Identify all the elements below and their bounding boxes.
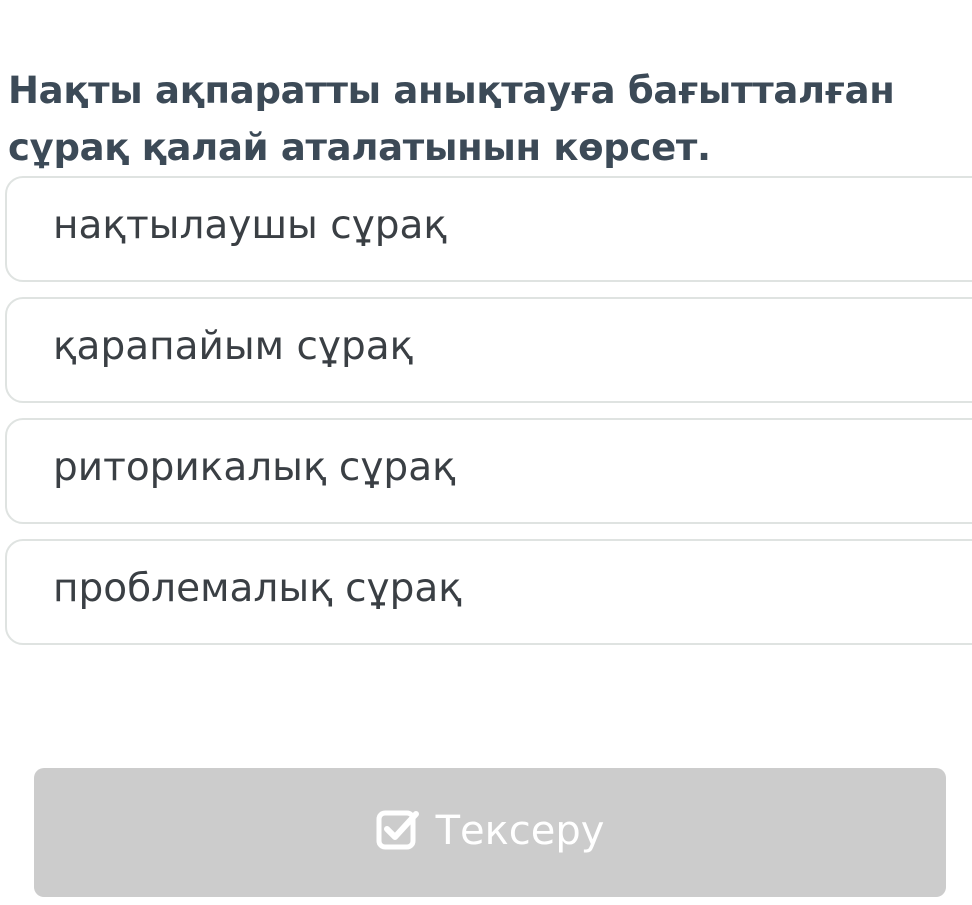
answer-option-3[interactable]: риторикалық сұрақ (5, 418, 972, 524)
question-text: Нақты ақпаратты анықтауға бағытталған сұ… (8, 69, 895, 169)
answer-option-2[interactable]: қарапайым сұрақ (5, 297, 972, 403)
answer-option-label: риторикалық сұрақ (53, 444, 456, 490)
answer-options-list: нақтылаушы сұрақ қарапайым сұрақ риторик… (5, 176, 972, 660)
answer-option-label: қарапайым сұрақ (53, 323, 414, 369)
answer-option-4[interactable]: проблемалық сұрақ (5, 539, 972, 645)
answer-option-label: проблемалық сұрақ (53, 565, 462, 611)
checkbox-checked-icon (376, 808, 420, 852)
answer-option-1[interactable]: нақтылаушы сұрақ (5, 176, 972, 282)
answer-option-label: нақтылаушы сұрақ (53, 202, 447, 248)
check-answer-label: Тексеру (435, 807, 605, 854)
check-answer-button[interactable]: Тексеру (34, 768, 946, 897)
